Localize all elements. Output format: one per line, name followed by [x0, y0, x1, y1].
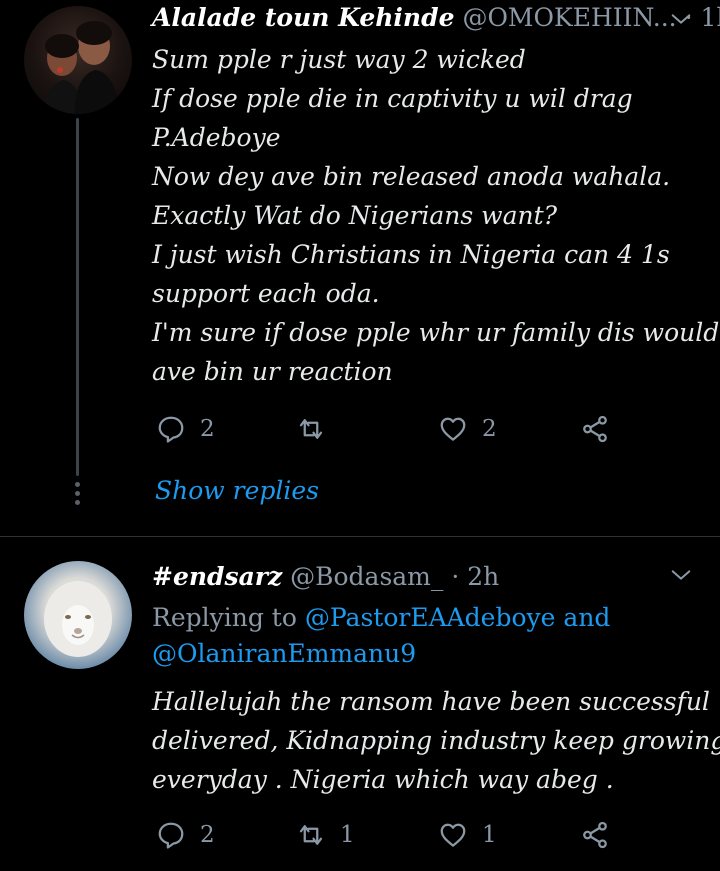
- reply-icon: [158, 416, 184, 443]
- share-button[interactable]: [580, 820, 610, 850]
- avatar-photo: [42, 21, 120, 114]
- separator: ·: [451, 562, 460, 591]
- tweet-line: P.Adeboye: [152, 123, 281, 152]
- tweet-line: Exactly Wat do Nigerians want?: [152, 201, 558, 230]
- retweet-icon: [299, 419, 323, 439]
- tweet-header: Alalade toun Kehinde @OMOKEHIIN... · 1h: [152, 2, 720, 34]
- tweet-line: Sum pple r just way 2 wicked: [152, 45, 526, 74]
- retweet-count: 1: [340, 822, 355, 848]
- chevron-down-icon[interactable]: [670, 8, 692, 30]
- retweet-button[interactable]: [296, 414, 340, 444]
- author-name[interactable]: #endsarz: [152, 562, 282, 591]
- tweet-line: everyday . Nigeria which way abeg .: [152, 765, 614, 794]
- share-icon: [583, 821, 607, 849]
- tweet-line: ave bin ur reaction: [152, 357, 393, 386]
- share-icon: [583, 415, 607, 443]
- share-button[interactable]: [580, 414, 610, 444]
- avatar[interactable]: [24, 6, 132, 114]
- timestamp[interactable]: 1h: [700, 3, 720, 32]
- replying-and: and: [563, 603, 611, 632]
- divider: [0, 536, 720, 537]
- tweet-line: I just wish Christians in Nigeria can 4 …: [152, 240, 670, 269]
- tweet-line: I'm sure if dose pple whr ur family dis …: [152, 318, 720, 347]
- avatar-photo: [44, 581, 112, 657]
- tweet-1[interactable]: Alalade toun Kehinde @OMOKEHIIN... · 1h …: [0, 0, 720, 536]
- replying-to: Replying to @PastorEAAdeboye and @Olanir…: [152, 600, 692, 672]
- thread-line: [76, 118, 79, 476]
- like-icon: [440, 823, 466, 847]
- like-button[interactable]: 1: [438, 820, 497, 850]
- like-button[interactable]: 2: [438, 414, 497, 444]
- author-handle[interactable]: @Bodasam_: [290, 562, 443, 591]
- like-count: 1: [482, 822, 497, 848]
- tweet-line: Now dey ave bin released anoda wahala.: [152, 162, 671, 191]
- like-count: 2: [482, 416, 497, 442]
- like-icon: [440, 417, 466, 441]
- reply-button[interactable]: 2: [156, 820, 215, 850]
- tweet-actions: 2 1 1: [156, 820, 626, 854]
- timestamp[interactable]: 2h: [467, 562, 499, 591]
- tweet-line: Hallelujah the ransom have been successf…: [152, 687, 710, 716]
- avatar[interactable]: [24, 561, 132, 669]
- tweet-line: support each oda.: [152, 279, 380, 308]
- author-name[interactable]: Alalade toun Kehinde: [152, 3, 454, 32]
- tweet-text: Hallelujah the ransom have been successf…: [152, 682, 720, 799]
- retweet-button[interactable]: 1: [296, 820, 355, 850]
- reply-count: 2: [200, 822, 215, 848]
- show-replies-link[interactable]: Show replies: [155, 476, 319, 505]
- reply-count: 2: [200, 416, 215, 442]
- tweet-actions: 2 2: [156, 414, 626, 448]
- thread-dots: [75, 482, 81, 509]
- author-handle[interactable]: @OMOKEHIIN...: [462, 3, 676, 32]
- tweet-header: #endsarz @Bodasam_ · 2h: [152, 561, 499, 593]
- tweet-text: Sum pple r just way 2 wicked If dose ppl…: [152, 40, 720, 391]
- tweet-line: delivered, Kidnapping industry keep grow…: [152, 726, 720, 755]
- replying-to-label: Replying to: [152, 603, 297, 632]
- mention-link[interactable]: @OlaniranEmmanu9: [152, 639, 416, 668]
- mention-link[interactable]: @PastorEAAdeboye: [305, 603, 556, 632]
- chevron-down-icon[interactable]: [670, 564, 692, 586]
- retweet-icon: [299, 825, 323, 845]
- reply-button[interactable]: 2: [156, 414, 215, 444]
- tweet-line: If dose pple die in captivity u wil drag: [152, 84, 633, 113]
- reply-icon: [158, 822, 184, 849]
